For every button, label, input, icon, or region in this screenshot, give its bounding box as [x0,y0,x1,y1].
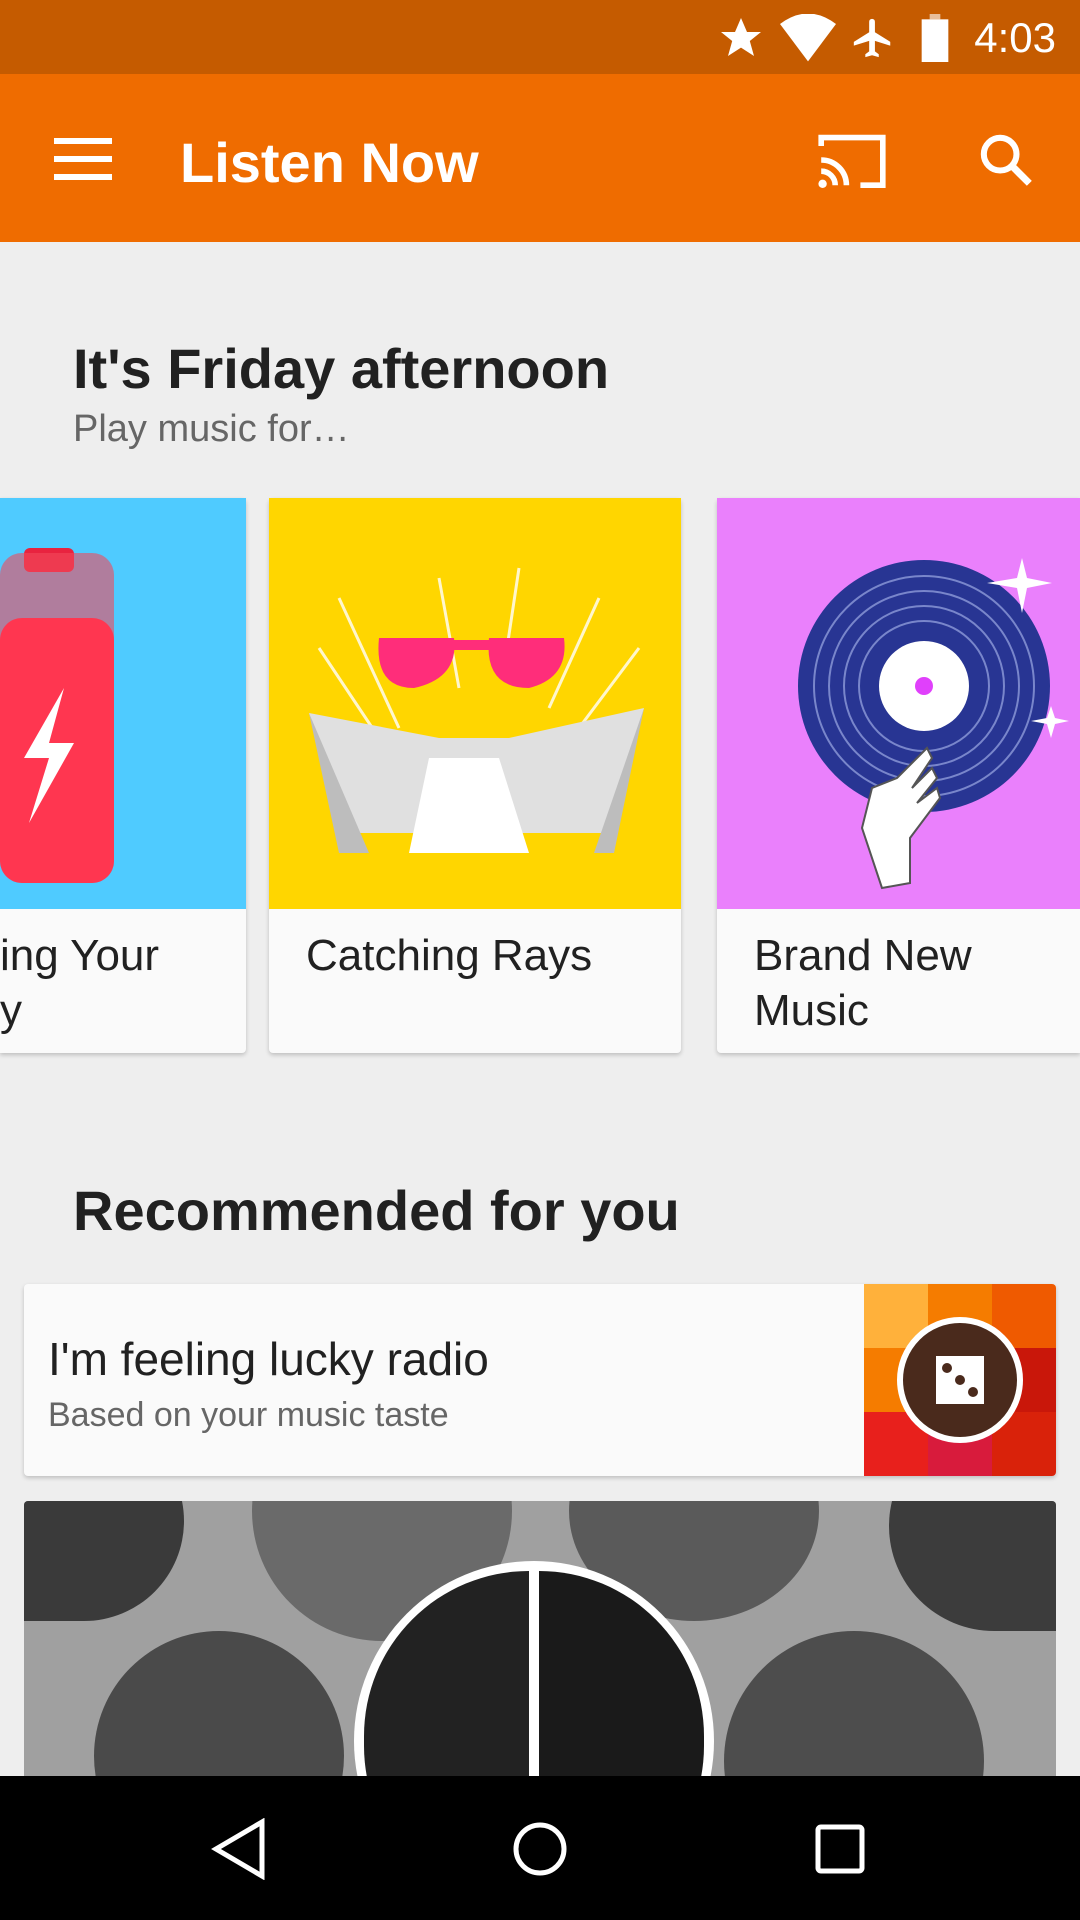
sunglasses-artwork [269,498,681,909]
search-icon[interactable] [978,132,1034,188]
back-icon[interactable] [210,1818,270,1880]
battery-artwork [0,498,246,909]
star-icon [721,18,761,56]
status-bar: 4:03 [0,0,1080,74]
section-subtitle: Play music for… [73,408,350,450]
artist-radio-card[interactable] [24,1501,1056,1776]
playlist-card[interactable]: ing Your y [0,498,246,1053]
playlist-card[interactable]: Brand New Music [717,498,1080,1053]
section-title: Recommended for you [73,1179,680,1242]
app-bar: Listen Now [0,74,1080,242]
navigation-bar [0,1776,1080,1920]
lucky-radio-title: I'm feeling lucky radio [48,1333,489,1385]
cast-icon[interactable] [818,132,886,188]
artist-photo [889,1501,1056,1631]
card-label: Brand New Music [754,931,972,1035]
artist-photo [24,1501,184,1621]
lucky-radio-play-button[interactable] [897,1317,1023,1443]
menu-icon[interactable] [54,138,112,180]
section-title: It's Friday afternoon [73,337,610,400]
airplane-icon [853,18,891,58]
dice-icon [936,1356,984,1404]
clock: 4:03 [974,14,1056,61]
card-label: Catching Rays [306,931,593,980]
artist-photo [94,1631,344,1776]
artist-photo [724,1631,984,1776]
card-label: ing Your y [0,931,160,1035]
page-title: Listen Now [180,131,479,194]
wifi-icon [780,14,836,62]
lucky-radio-card[interactable]: I'm feeling lucky radio Based on your mu… [24,1284,1056,1476]
playlist-card[interactable]: Catching Rays [269,498,681,1053]
vinyl-artwork [717,498,1080,909]
battery-icon [921,14,949,62]
recents-icon[interactable] [810,1818,870,1880]
lucky-radio-subtitle: Based on your music taste [48,1396,449,1434]
home-icon[interactable] [510,1818,570,1880]
